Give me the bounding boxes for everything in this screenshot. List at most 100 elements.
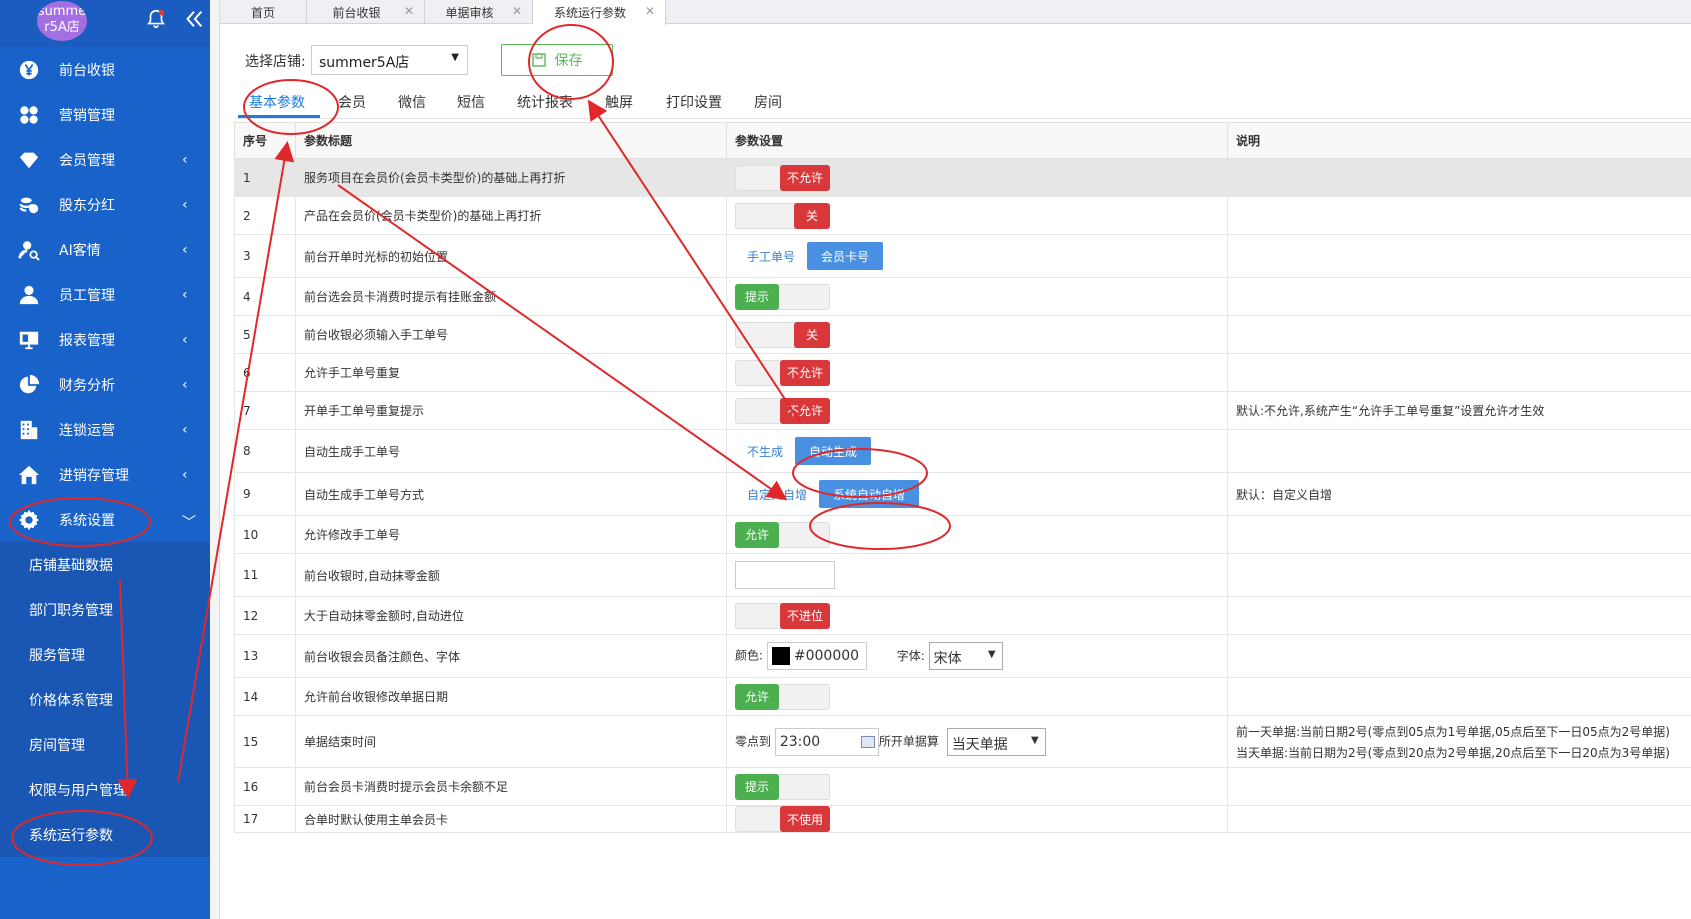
toggle-switch[interactable]: 不使用: [735, 806, 830, 832]
row-setting: 不生成 自动生成: [726, 429, 1228, 473]
submenu-item-2[interactable]: 服务管理: [0, 632, 210, 677]
row-no: 14: [234, 677, 296, 716]
building-icon: [18, 419, 40, 441]
toggle-switch[interactable]: 提示: [735, 773, 830, 800]
subtab-basic[interactable]: 基本参数: [249, 92, 305, 112]
close-icon[interactable]: ✕: [404, 4, 414, 18]
close-icon[interactable]: ✕: [645, 4, 655, 18]
sidebar-item-0[interactable]: 前台收银: [0, 47, 210, 92]
color-picker[interactable]: #000000: [766, 642, 867, 670]
submenu-item-0[interactable]: 店铺基础数据: [0, 542, 210, 587]
diamond-icon: [18, 149, 40, 171]
collapse-double-chevron-icon[interactable]: [183, 8, 205, 30]
save-button-label: 保存: [554, 53, 583, 69]
close-icon[interactable]: ✕: [512, 4, 522, 18]
row-note: [1227, 805, 1691, 833]
row-title: 自动生成手工单号: [295, 429, 727, 473]
tab-bar: 首页 前台收银 ✕ 单据审核 ✕ 系统运行参数 ✕: [220, 0, 1691, 25]
sidebar-item-2[interactable]: 会员管理 ‹: [0, 137, 210, 182]
sidebar-item-3[interactable]: 股东分红 ‹: [0, 182, 210, 227]
table-row: 14 允许前台收银修改单据日期 允许: [234, 677, 1691, 716]
subtab-room[interactable]: 房间: [754, 92, 782, 112]
parameter-table: 序号 参数标题 参数设置 说明 1 服务项目在会员价(会员卡类型价)的基础上再打…: [234, 122, 1691, 833]
row-note: 前一天单据:当前日期2号(零点到05点为1号单据,05点后至下一日05点为2号单…: [1227, 715, 1691, 768]
row-no: 10: [234, 515, 296, 554]
toggle-switch[interactable]: 不允许: [735, 397, 830, 424]
toggle-switch[interactable]: 允许: [735, 521, 830, 548]
col-header-title: 参数标题: [295, 122, 727, 159]
toggle-switch[interactable]: 允许: [735, 683, 830, 710]
segment-option-selected[interactable]: 系统自动自增: [819, 480, 920, 508]
subtab-reports[interactable]: 统计报表: [517, 92, 573, 112]
row-title: 自动生成手工单号方式: [295, 472, 727, 516]
avatar[interactable]: summe r5A店: [37, 1, 87, 41]
tab-cashier[interactable]: 前台收银 ✕: [307, 0, 425, 24]
toggle-switch[interactable]: 不允许: [735, 164, 830, 191]
segment-option-selected[interactable]: 会员卡号: [807, 242, 884, 270]
segment-option[interactable]: 自定义自增: [735, 486, 819, 503]
toggle-state-label: 提示: [735, 773, 779, 800]
bell-icon[interactable]: [145, 8, 167, 30]
subtab-print[interactable]: 打印设置: [666, 92, 722, 112]
font-select[interactable]: 宋体 ▼: [928, 642, 1003, 670]
table-row: 5 前台收银必须输入手工单号 关: [234, 315, 1691, 354]
sidebar-item-7[interactable]: 财务分析 ‹: [0, 362, 210, 407]
subtab-wechat[interactable]: 微信: [398, 92, 426, 112]
round-off-amount-input[interactable]: [735, 561, 835, 589]
sidebar-item-label: 报表管理: [59, 332, 115, 349]
tab-system-params[interactable]: 系统运行参数 ✕: [533, 0, 666, 25]
store-label: 选择店铺:: [245, 54, 306, 70]
toggle-switch[interactable]: 提示: [735, 283, 830, 310]
submenu-item-4[interactable]: 房间管理: [0, 722, 210, 767]
toggle-switch[interactable]: 关: [735, 321, 830, 348]
sidebar-item-label: 前台收银: [59, 62, 115, 79]
segment-option[interactable]: 手工单号: [735, 248, 807, 265]
row-no: 2: [234, 196, 296, 235]
subtab-touchscreen[interactable]: 触屏: [605, 92, 633, 112]
store-select[interactable]: summer5A店 ▼: [311, 45, 468, 75]
sidebar-item-8[interactable]: 连锁运营 ‹: [0, 407, 210, 452]
toggle-switch[interactable]: 不允许: [735, 359, 830, 386]
toggle-state-label: 不允许: [780, 359, 830, 386]
row-title: 允许前台收银修改单据日期: [295, 677, 727, 716]
active-subtab-underline: [238, 115, 320, 118]
submenu-item-3[interactable]: 价格体系管理: [0, 677, 210, 722]
table-row: 17 合单时默认使用主单会员卡 不使用: [234, 805, 1691, 833]
time-mid-label: 所开单据算: [878, 734, 939, 748]
submenu-item-6[interactable]: 系统运行参数: [0, 812, 210, 857]
row-no: 9: [234, 472, 296, 516]
segment-option[interactable]: 不生成: [735, 443, 795, 460]
submenu-item-5[interactable]: 权限与用户管理: [0, 767, 210, 812]
toggle-switch[interactable]: 不进位: [735, 602, 830, 629]
table-row: 16 前台会员卡消费时提示会员卡余额不足 提示: [234, 767, 1691, 806]
tab-home[interactable]: 首页: [220, 0, 307, 24]
document-day-select[interactable]: 当天单据 ▼: [946, 727, 1046, 756]
row-title: 大于自动抹零金额时,自动进位: [295, 596, 727, 635]
row-title: 允许修改手工单号: [295, 515, 727, 554]
calendar-icon[interactable]: [860, 735, 875, 748]
sidebar-item-10[interactable]: 系统设置 ﹀: [0, 497, 210, 542]
row-title: 服务项目在会员价(会员卡类型价)的基础上再打折: [295, 158, 727, 197]
sidebar-item-label: 员工管理: [59, 287, 115, 304]
subtab-member[interactable]: 会员: [338, 92, 366, 112]
table-header-row: 序号 参数标题 参数设置 说明: [234, 122, 1691, 159]
end-time-input[interactable]: 23:00: [774, 727, 879, 756]
toggle-state-label: 不允许: [780, 397, 830, 424]
tab-audit[interactable]: 单据审核 ✕: [425, 0, 533, 24]
row-note: [1227, 553, 1691, 597]
row-title: 前台收银必须输入手工单号: [295, 315, 727, 354]
sidebar-item-9[interactable]: 进销存管理 ‹: [0, 452, 210, 497]
row-no: 5: [234, 315, 296, 354]
segment-option-selected[interactable]: 自动生成: [795, 437, 872, 465]
sidebar-item-5[interactable]: 员工管理 ‹: [0, 272, 210, 317]
row-title: 前台会员卡消费时提示会员卡余额不足: [295, 767, 727, 806]
submenu-item-1[interactable]: 部门职务管理: [0, 587, 210, 632]
row-setting: 允许: [726, 515, 1228, 554]
sidebar-item-4[interactable]: AI客情 ‹: [0, 227, 210, 272]
toggle-state-label: 不允许: [780, 164, 830, 191]
toggle-switch[interactable]: 关: [735, 202, 830, 229]
sidebar-item-6[interactable]: 报表管理 ‹: [0, 317, 210, 362]
subtab-sms[interactable]: 短信: [457, 92, 485, 112]
save-button[interactable]: 保存: [501, 44, 613, 76]
sidebar-item-1[interactable]: 营销管理: [0, 92, 210, 137]
